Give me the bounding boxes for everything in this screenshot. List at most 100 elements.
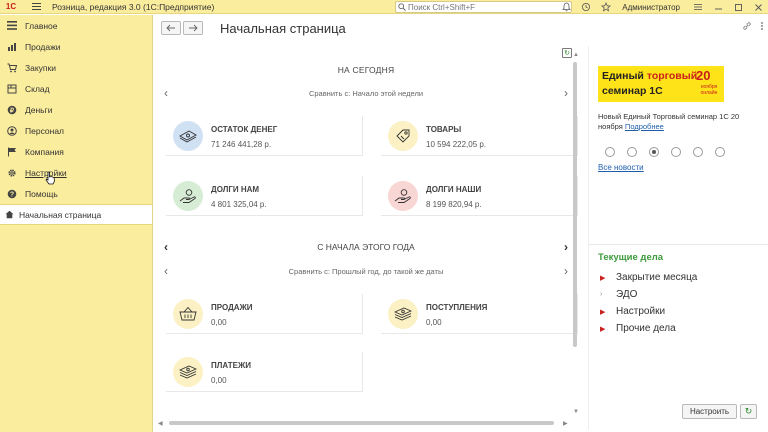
- carousel-dot[interactable]: [627, 147, 637, 157]
- sidebar-item-main[interactable]: Главное: [0, 15, 152, 36]
- sidebar: Главное Продажи Закупки Склад ₽ Деньги П…: [0, 15, 153, 432]
- panel-divider: [589, 244, 768, 245]
- banner-line-2: семинар 1С: [602, 85, 663, 97]
- gear-icon: [7, 168, 17, 178]
- home-icon: [5, 210, 15, 219]
- task-item-edo[interactable]: › ЭДО: [600, 289, 637, 300]
- task-item-month-close[interactable]: ▶ Закрытие месяца: [600, 272, 697, 283]
- all-news-link[interactable]: Все новости: [598, 163, 644, 172]
- tasks-title: Текущие дела: [598, 252, 664, 263]
- card-payables[interactable]: ДОЛГИ НАШИ 8 199 820,94 р.: [381, 176, 578, 216]
- task-item-other[interactable]: ▶ Прочие дела: [600, 323, 676, 334]
- carousel-dot[interactable]: [605, 147, 615, 157]
- history-icon[interactable]: [576, 0, 596, 14]
- card-title: ПОСТУПЛЕНИЯ: [426, 303, 488, 312]
- arrow-right-icon: [189, 24, 198, 32]
- minimize-icon[interactable]: [708, 0, 728, 14]
- year-title-row: ‹ С НАЧАЛА ЭТОГО ГОДА ›: [156, 241, 576, 253]
- reload-button[interactable]: ↻: [740, 404, 757, 419]
- card-receipts[interactable]: ПОСТУПЛЕНИЯ 0,00: [381, 294, 578, 334]
- prev-section-button[interactable]: ‹: [156, 241, 176, 253]
- link-icon[interactable]: [742, 21, 752, 34]
- sidebar-item-label: Персонал: [25, 125, 65, 136]
- banner-month: ноября онлайн: [700, 84, 718, 96]
- horizontal-scrollbar[interactable]: [169, 421, 554, 425]
- prev-period-button[interactable]: ‹: [156, 265, 176, 277]
- news-banner[interactable]: Единый торговый семинар 1С 20 ноября онл…: [598, 66, 724, 102]
- maximize-icon[interactable]: [728, 0, 748, 14]
- basket-icon: [173, 299, 203, 329]
- sidebar-item-purchases[interactable]: Закупки: [0, 57, 152, 78]
- help-icon: ?: [7, 189, 17, 199]
- sidebar-item-label: Помощь: [25, 188, 58, 199]
- scroll-up-icon[interactable]: ▲: [573, 52, 579, 58]
- forward-button[interactable]: [183, 21, 203, 35]
- prev-period-button[interactable]: ‹: [156, 87, 176, 99]
- money-icon: ₽: [7, 105, 17, 115]
- task-label: Прочие дела: [616, 323, 676, 334]
- card-title: ОСТАТОК ДЕНЕГ: [211, 125, 278, 134]
- triangle-right-icon: ▶: [600, 325, 606, 333]
- sidebar-item-company[interactable]: Компания: [0, 141, 152, 162]
- current-user[interactable]: Администратор: [622, 3, 680, 12]
- price-tag-icon: [388, 121, 418, 151]
- banner-day: 20: [696, 68, 711, 83]
- header-actions: [742, 21, 764, 34]
- card-goods[interactable]: ТОВАРЫ 10 594 222,05 р.: [381, 116, 578, 156]
- sidebar-item-label: Главное: [25, 20, 58, 31]
- hand-coin-icon: [173, 181, 203, 211]
- news-more-link[interactable]: Подробнее: [625, 122, 664, 131]
- sidebar-item-label: Склад: [25, 83, 50, 94]
- card-payments[interactable]: ПЛАТЕЖИ 0,00: [166, 352, 363, 392]
- task-item-settings[interactable]: ▶ Настройки: [600, 306, 665, 317]
- settings-lines-icon[interactable]: [688, 0, 708, 14]
- card-value: 0,00: [211, 318, 227, 327]
- title-bar: 1С Розница, редакция 3.0 (1С:Предприятие…: [0, 0, 768, 14]
- global-search[interactable]: [395, 1, 572, 13]
- open-page-home[interactable]: Начальная страница: [0, 204, 152, 225]
- sidebar-item-settings[interactable]: Настройки: [0, 162, 152, 183]
- card-value: 10 594 222,05 р.: [426, 140, 487, 149]
- scroll-right-icon[interactable]: ▶: [563, 420, 568, 427]
- today-compare-label[interactable]: Сравнить с: Начало этой недели: [309, 89, 423, 98]
- task-label: Настройки: [616, 306, 666, 317]
- card-cash-balance[interactable]: ОСТАТОК ДЕНЕГ 71 246 441,28 р.: [166, 116, 363, 156]
- carousel-dot[interactable]: [693, 147, 703, 157]
- bell-icon[interactable]: [556, 0, 576, 14]
- close-icon[interactable]: [748, 0, 768, 14]
- sidebar-item-label: Продажи: [25, 41, 61, 52]
- sidebar-item-help[interactable]: ? Помощь: [0, 183, 152, 204]
- app-title: Розница, редакция 3.0 (1С:Предприятие): [52, 1, 215, 12]
- scroll-left-icon[interactable]: ◀: [158, 420, 163, 427]
- back-button[interactable]: [161, 21, 181, 35]
- news-text: Новый Единый Торговый семинар 1С 20 нояб…: [598, 112, 766, 132]
- task-label: ЭДО: [616, 289, 638, 300]
- vertical-scrollbar[interactable]: [573, 62, 577, 347]
- sidebar-item-label: Компания: [25, 146, 64, 157]
- card-title: ПЛАТЕЖИ: [211, 361, 251, 370]
- card-title: ТОВАРЫ: [426, 125, 462, 134]
- card-receivables[interactable]: ДОЛГИ НАМ 4 801 325,04 р.: [166, 176, 363, 216]
- year-compare-label[interactable]: Сравнить с: Прошлый год, до такой же дат…: [289, 267, 444, 276]
- more-icon[interactable]: [760, 21, 764, 34]
- arrow-left-icon: [166, 24, 175, 32]
- sidebar-item-sales[interactable]: Продажи: [0, 36, 152, 57]
- sidebar-item-money[interactable]: ₽ Деньги: [0, 99, 152, 120]
- svg-text:?: ?: [10, 191, 14, 198]
- card-title: ДОЛГИ НАМ: [211, 185, 260, 194]
- carousel-dot[interactable]: [715, 147, 725, 157]
- star-icon[interactable]: [596, 0, 616, 14]
- card-value: 0,00: [426, 318, 442, 327]
- dashboard-panel: ↻ НА СЕГОДНЯ ‹ Сравнить с: Начало этой н…: [156, 46, 580, 430]
- refresh-icon[interactable]: ↻: [562, 48, 572, 58]
- scroll-down-icon[interactable]: ▼: [573, 409, 579, 415]
- sidebar-item-warehouse[interactable]: Склад: [0, 78, 152, 99]
- year-compare-row: ‹ Сравнить с: Прошлый год, до такой же д…: [156, 265, 576, 277]
- sidebar-item-personnel[interactable]: Персонал: [0, 120, 152, 141]
- search-input[interactable]: [408, 2, 558, 12]
- main-menu-icon[interactable]: [28, 0, 44, 14]
- carousel-dot-active[interactable]: [649, 147, 659, 157]
- carousel-dot[interactable]: [671, 147, 681, 157]
- configure-button[interactable]: Настроить: [682, 404, 737, 419]
- card-sales[interactable]: ПРОДАЖИ 0,00: [166, 294, 363, 334]
